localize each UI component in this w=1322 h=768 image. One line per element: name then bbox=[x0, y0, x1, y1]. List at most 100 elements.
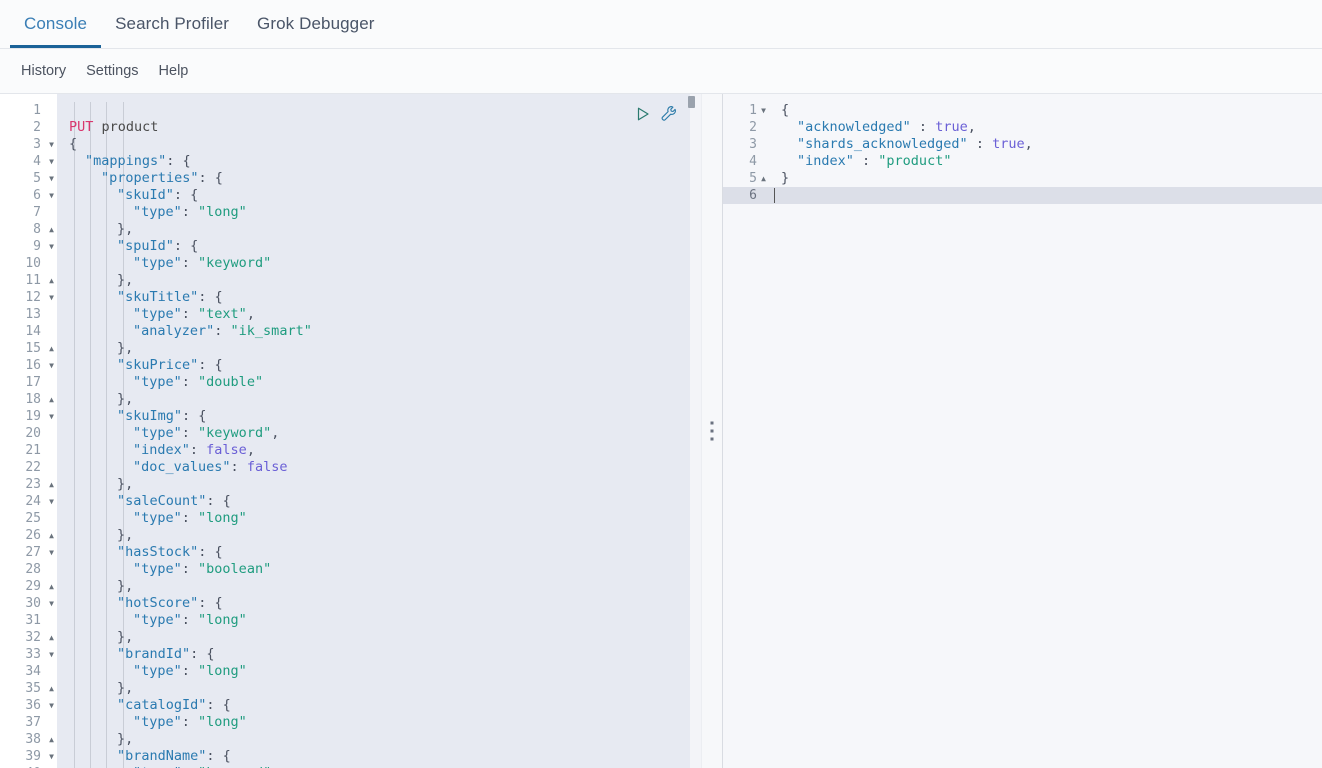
code-line[interactable]: "brandName": { bbox=[57, 748, 701, 765]
line-number[interactable]: 21 bbox=[0, 442, 57, 459]
line-number[interactable]: 2 bbox=[723, 119, 769, 136]
line-number[interactable]: 11 ▲ bbox=[0, 272, 57, 289]
fold-open-icon[interactable]: ▼ bbox=[761, 102, 766, 119]
request-scrollbar-thumb[interactable] bbox=[688, 96, 695, 108]
line-number[interactable]: 23 ▲ bbox=[0, 476, 57, 493]
code-line[interactable]: "type": "boolean" bbox=[57, 561, 701, 578]
code-line[interactable] bbox=[769, 187, 1322, 204]
code-line[interactable]: "type": "long" bbox=[57, 204, 701, 221]
line-number[interactable]: 18 ▲ bbox=[0, 391, 57, 408]
line-number[interactable]: 25 bbox=[0, 510, 57, 527]
line-number[interactable]: 38 ▲ bbox=[0, 731, 57, 748]
line-number[interactable]: 1 bbox=[0, 102, 57, 119]
line-number[interactable]: 3 ▼ bbox=[0, 136, 57, 153]
line-number[interactable]: 6 bbox=[723, 187, 769, 204]
line-number[interactable]: 28 bbox=[0, 561, 57, 578]
code-line[interactable]: }, bbox=[57, 391, 701, 408]
request-editor-body[interactable]: 1 2 3 ▼ 4 ▼ 5 ▼ 6 ▼ 7 8 ▲ 9 ▼ 10 11 ▲ 12 ▼ 13 14 15 ▲ 16 ▼ 17 18 ▲ 19… bbox=[0, 94, 701, 768]
fold-close-icon[interactable]: ▲ bbox=[49, 527, 54, 544]
pane-resize-handle[interactable] bbox=[701, 94, 723, 768]
response-gutter[interactable]: 1 ▼ 2 3 4 5 ▲ 6 bbox=[723, 94, 769, 768]
line-number[interactable]: 37 bbox=[0, 714, 57, 731]
fold-open-icon[interactable]: ▼ bbox=[49, 493, 54, 510]
fold-close-icon[interactable]: ▲ bbox=[49, 680, 54, 697]
line-number[interactable]: 26 ▲ bbox=[0, 527, 57, 544]
code-line[interactable]: "hasStock": { bbox=[57, 544, 701, 561]
line-number[interactable]: 20 bbox=[0, 425, 57, 442]
line-number[interactable]: 35 ▲ bbox=[0, 680, 57, 697]
fold-open-icon[interactable]: ▼ bbox=[49, 153, 54, 170]
code-line[interactable]: "hotScore": { bbox=[57, 595, 701, 612]
fold-open-icon[interactable]: ▼ bbox=[49, 408, 54, 425]
line-number[interactable]: 31 bbox=[0, 612, 57, 629]
code-line[interactable]: "type": "text", bbox=[57, 306, 701, 323]
line-number[interactable]: 36 ▼ bbox=[0, 697, 57, 714]
code-line[interactable]: }, bbox=[57, 629, 701, 646]
line-number[interactable]: 5 ▼ bbox=[0, 170, 57, 187]
fold-close-icon[interactable]: ▲ bbox=[761, 170, 766, 187]
fold-close-icon[interactable]: ▲ bbox=[49, 340, 54, 357]
code-line[interactable]: }, bbox=[57, 680, 701, 697]
fold-close-icon[interactable]: ▲ bbox=[49, 578, 54, 595]
response-editor-body[interactable]: 1 ▼ 2 3 4 5 ▲ 6 {"acknowledged" : true, "shards_… bbox=[723, 94, 1322, 768]
code-line[interactable]: "spuId": { bbox=[57, 238, 701, 255]
fold-open-icon[interactable]: ▼ bbox=[49, 170, 54, 187]
code-line[interactable]: PUT product bbox=[57, 119, 701, 136]
code-line[interactable]: "shards_acknowledged" : true, bbox=[769, 136, 1322, 153]
code-line[interactable]: "type": "keyword" bbox=[57, 255, 701, 272]
tab-console[interactable]: Console bbox=[10, 0, 102, 48]
fold-close-icon[interactable]: ▲ bbox=[49, 221, 54, 238]
line-number[interactable]: 14 bbox=[0, 323, 57, 340]
code-line[interactable]: "acknowledged" : true, bbox=[769, 119, 1322, 136]
fold-open-icon[interactable]: ▼ bbox=[49, 544, 54, 561]
line-number[interactable]: 4 ▼ bbox=[0, 153, 57, 170]
line-number[interactable]: 16 ▼ bbox=[0, 357, 57, 374]
fold-open-icon[interactable]: ▼ bbox=[49, 595, 54, 612]
line-number[interactable]: 30 ▼ bbox=[0, 595, 57, 612]
fold-close-icon[interactable]: ▲ bbox=[49, 391, 54, 408]
line-number[interactable]: 34 bbox=[0, 663, 57, 680]
fold-close-icon[interactable]: ▲ bbox=[49, 629, 54, 646]
fold-close-icon[interactable]: ▲ bbox=[49, 272, 54, 289]
fold-open-icon[interactable]: ▼ bbox=[49, 697, 54, 714]
line-number[interactable]: 5 ▲ bbox=[723, 170, 769, 187]
code-line[interactable]: "type": "keyword", bbox=[57, 425, 701, 442]
wrench-icon[interactable] bbox=[660, 105, 677, 122]
code-line[interactable]: "skuImg": { bbox=[57, 408, 701, 425]
line-number[interactable]: 13 bbox=[0, 306, 57, 323]
code-line[interactable]: }, bbox=[57, 527, 701, 544]
line-number[interactable]: 4 bbox=[723, 153, 769, 170]
line-number[interactable]: 1 ▼ bbox=[723, 102, 769, 119]
tab-grok-debugger[interactable]: Grok Debugger bbox=[243, 0, 389, 48]
request-gutter[interactable]: 1 2 3 ▼ 4 ▼ 5 ▼ 6 ▼ 7 8 ▲ 9 ▼ 10 11 ▲ 12 ▼ 13 14 15 ▲ 16 ▼ 17 18 ▲ 19… bbox=[0, 94, 57, 768]
code-line[interactable]: "skuPrice": { bbox=[57, 357, 701, 374]
code-line[interactable]: }, bbox=[57, 221, 701, 238]
line-number[interactable]: 15 ▲ bbox=[0, 340, 57, 357]
code-line[interactable]: "index" : "product" bbox=[769, 153, 1322, 170]
code-line[interactable]: "type": "double" bbox=[57, 374, 701, 391]
response-code-area[interactable]: {"acknowledged" : true, "shards_acknowled… bbox=[769, 94, 1322, 768]
line-number[interactable]: 9 ▼ bbox=[0, 238, 57, 255]
code-line[interactable]: { bbox=[57, 136, 701, 153]
play-icon[interactable] bbox=[635, 106, 651, 122]
fold-open-icon[interactable]: ▼ bbox=[49, 187, 54, 204]
line-number[interactable]: 24 ▼ bbox=[0, 493, 57, 510]
menu-item-history[interactable]: History bbox=[11, 63, 76, 79]
code-line[interactable]: }, bbox=[57, 272, 701, 289]
line-number[interactable]: 2 bbox=[0, 119, 57, 136]
line-number[interactable]: 3 bbox=[723, 136, 769, 153]
code-line[interactable]: "type": "long" bbox=[57, 663, 701, 680]
fold-open-icon[interactable]: ▼ bbox=[49, 136, 54, 153]
code-line[interactable]: "analyzer": "ik_smart" bbox=[57, 323, 701, 340]
code-line[interactable]: "properties": { bbox=[57, 170, 701, 187]
code-line[interactable]: "mappings": { bbox=[57, 153, 701, 170]
line-number[interactable]: 12 ▼ bbox=[0, 289, 57, 306]
code-line[interactable]: "saleCount": { bbox=[57, 493, 701, 510]
code-line[interactable]: "type": "long" bbox=[57, 612, 701, 629]
fold-open-icon[interactable]: ▼ bbox=[49, 646, 54, 663]
request-scrollbar[interactable] bbox=[688, 94, 695, 768]
code-line[interactable]: "brandId": { bbox=[57, 646, 701, 663]
line-number[interactable]: 32 ▲ bbox=[0, 629, 57, 646]
code-line[interactable]: "type": "long" bbox=[57, 714, 701, 731]
code-line[interactable]: "skuTitle": { bbox=[57, 289, 701, 306]
